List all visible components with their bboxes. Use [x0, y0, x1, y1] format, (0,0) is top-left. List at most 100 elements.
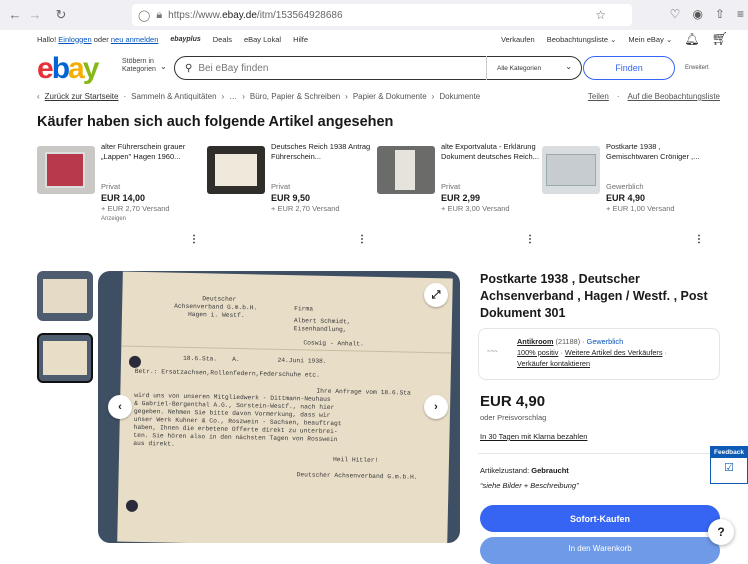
local-link[interactable]: eBay Lokal	[244, 35, 281, 44]
condition-description: “siehe Bilder + Beschreibung”	[480, 481, 579, 490]
register-link[interactable]: neu anmelden	[111, 35, 159, 44]
chevron-right-icon: ›	[242, 92, 245, 101]
chevron-left-icon: ‹	[37, 92, 40, 101]
expand-icon[interactable]: ⤢	[424, 283, 448, 307]
item-condition: Privat	[271, 182, 291, 191]
watchlist-menu[interactable]: Beobachtungsliste ⌄	[547, 35, 617, 44]
positive-rating[interactable]: 100% positiv	[517, 348, 558, 357]
feedback-icon: ☑	[724, 462, 734, 474]
doc-line: Eisenhandlung,	[293, 325, 347, 334]
address-bar[interactable]: ◯ 🔒︎ https://www. ebay.de/itm/15356492868…	[132, 4, 632, 26]
chevron-right-icon: ›	[431, 92, 435, 101]
price: EUR 4,90	[480, 393, 546, 410]
more-options-icon[interactable]: ⋮	[357, 234, 367, 245]
doc-line: Deutscher	[202, 295, 237, 303]
more-items-link[interactable]: Weitere Artikel des Verkäufers	[565, 348, 663, 357]
my-ebay-menu[interactable]: Mein eBay ⌄	[628, 35, 672, 44]
share-link[interactable]: Teilen	[588, 92, 609, 101]
item-card[interactable]: Deutsches Reich 1938 Antrag Führerschein…	[207, 140, 377, 250]
item-title: alter Führerschein grauer „Lappen" Hagen…	[101, 142, 186, 161]
breadcrumb-item[interactable]: Sammeln & Antiquitäten	[131, 92, 216, 101]
product-title: Postkarte 1938 , Deutscher Achsenverband…	[480, 272, 708, 320]
more-options-icon[interactable]: ⋮	[189, 234, 199, 245]
browser-toolbar: ← → ↻ ◯ 🔒︎ https://www. ebay.de/itm/15356…	[0, 0, 748, 30]
item-shipping: + EUR 1,00 Versand	[606, 204, 675, 213]
breadcrumb-item[interactable]: Büro, Papier & Schreiben	[250, 92, 340, 101]
find-button[interactable]: Finden	[583, 56, 675, 80]
login-link[interactable]: Einloggen	[58, 35, 91, 44]
add-to-cart-button[interactable]: In den Warenkorb	[480, 537, 720, 564]
chevron-down-icon[interactable]: ⌄	[160, 62, 167, 71]
item-price: EUR 2,99	[441, 193, 481, 203]
advanced-search-link[interactable]: Erweitert	[685, 65, 709, 71]
condition: Artikelzustand: Gebraucht	[480, 466, 569, 475]
logo-letter: y	[82, 52, 100, 85]
more-options-icon[interactable]: ⋮	[525, 234, 535, 245]
category-select-label: Alle Kategorien	[497, 64, 542, 72]
buy-now-button[interactable]: Sofort-Kaufen	[480, 505, 720, 532]
help-button[interactable]: ?	[708, 519, 734, 545]
my-ebay-label: Mein eBay	[628, 34, 664, 44]
seller-name[interactable]: Antikroom	[517, 337, 554, 346]
account-icon[interactable]: ◉	[692, 7, 702, 21]
watch-link[interactable]: Auf die Beobachtungsliste	[627, 92, 720, 101]
condition-label: Artikelzustand:	[480, 466, 530, 475]
bell-icon[interactable]: 🔔︎	[684, 32, 699, 46]
ebayplus-link[interactable]: ebayplus	[170, 36, 200, 43]
seller-count: (21188)	[555, 337, 581, 346]
condition-value: Gebraucht	[531, 466, 569, 475]
breadcrumb-item[interactable]: Dokumente	[439, 92, 480, 101]
breadcrumb-item[interactable]: Papier & Dokumente	[353, 92, 427, 101]
extensions-icon[interactable]: ⇧	[715, 7, 725, 21]
logo-letter: b	[51, 52, 70, 85]
prev-image-button[interactable]: ‹	[108, 395, 132, 419]
pocket-icon[interactable]: ♡	[670, 7, 681, 21]
gallery-thumbnail-selected[interactable]	[37, 333, 93, 383]
item-card[interactable]: Postkarte 1938 , Gemischtwaren Cröniger …	[542, 140, 712, 250]
item-condition: Privat	[441, 182, 461, 191]
item-price: EUR 9,50	[271, 193, 311, 203]
breadcrumb-sep: ·	[123, 92, 127, 101]
item-shipping: + EUR 2,70 Versand	[271, 204, 340, 213]
doc-line: Betr.: Ersatzachsen,Rollenfedern,Federsc…	[134, 367, 320, 379]
menu-icon[interactable]: ≡	[737, 7, 744, 21]
more-options-icon[interactable]: ⋮	[694, 234, 704, 245]
forward-icon[interactable]: →	[26, 7, 44, 22]
ebay-logo[interactable]: ebay	[37, 52, 100, 86]
search-icon: ⚲	[185, 62, 193, 74]
back-icon[interactable]: ←	[6, 7, 24, 22]
greeting: Hallo!	[37, 34, 57, 44]
shield-icon: ◯	[138, 9, 151, 22]
star-icon[interactable]: ☆	[595, 8, 606, 22]
next-image-button[interactable]: ›	[424, 395, 448, 419]
browse-line2: Kategorien	[122, 66, 156, 73]
back-home-link[interactable]: Zurück zur Startseite	[45, 92, 119, 101]
browse-categories[interactable]: Stöbern in Kategorien	[122, 58, 156, 74]
feedback-widget[interactable]: Feedback ☑	[710, 446, 748, 484]
gallery-thumbnail[interactable]	[37, 271, 93, 321]
klarna-link[interactable]: In 30 Tagen mit Klarna bezahlen	[480, 432, 587, 441]
item-title: alte Exportvaluta - Erklärung Dokument d…	[441, 142, 539, 161]
item-card[interactable]: alte Exportvaluta - Erklärung Dokument d…	[377, 140, 547, 250]
contact-seller-link[interactable]: Verkäufer kontaktieren	[517, 359, 590, 368]
watchlist-label: Beobachtungsliste	[546, 34, 609, 44]
main-image[interactable]: Deutscher Achsenverband G.m.b.H. Hagen i…	[98, 271, 460, 543]
sell-link[interactable]: Verkaufen	[501, 35, 535, 44]
category-select[interactable]: Alle Kategorien ⌄	[486, 56, 582, 80]
item-thumbnail	[37, 146, 95, 194]
browse-line1: Stöbern in	[122, 58, 154, 65]
section-title: Käufer haben sich auch folgende Artikel …	[37, 114, 394, 130]
cart-icon[interactable]: 🛒︎	[711, 31, 728, 47]
help-link[interactable]: Hilfe	[293, 35, 308, 44]
url-path: /itm/153564928686	[256, 9, 343, 21]
breadcrumb-ellipsis[interactable]: …	[229, 92, 237, 101]
item-shipping: + EUR 3,00 Versand	[441, 204, 510, 213]
deals-link[interactable]: Deals	[213, 35, 232, 44]
doc-line: 18.6.Sta. A. 24.Juni 1938.	[182, 354, 327, 365]
seller-type: Gewerblich	[586, 337, 624, 346]
item-price: EUR 14,00	[101, 193, 146, 203]
item-card[interactable]: alter Führerschein grauer „Lappen" Hagen…	[37, 140, 207, 250]
reload-icon[interactable]: ↻	[52, 7, 70, 23]
item-sponsored: Anzeigen	[101, 216, 127, 222]
url-prefix: https://www.	[168, 9, 223, 21]
